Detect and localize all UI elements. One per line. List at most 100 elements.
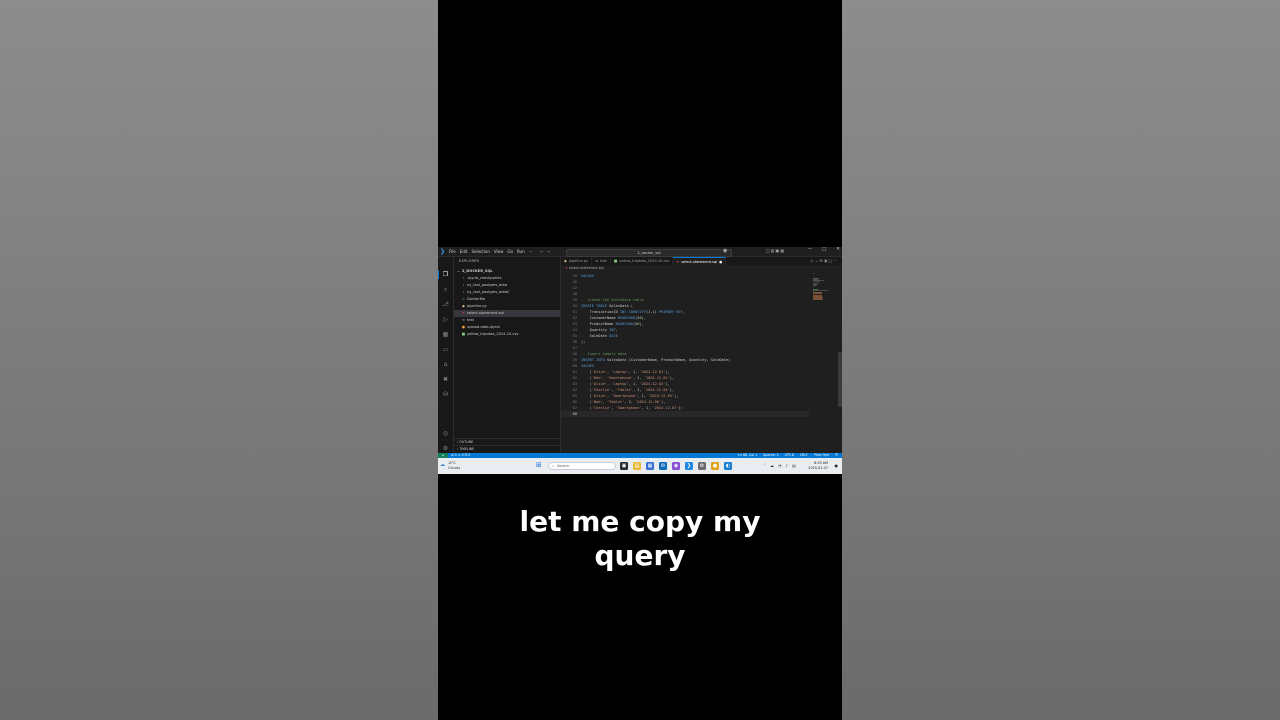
settings-icon[interactable]: ⚙ bbox=[698, 461, 706, 470]
testing-icon[interactable]: ✖ bbox=[442, 376, 449, 383]
explorer-sidebar: EXPLORER ⌄ 2_DOCKER_SQL › .ipynb_checkpoi… bbox=[454, 257, 561, 453]
tray-icon[interactable]: ˄ bbox=[764, 463, 766, 468]
file-tree-item-label: test bbox=[467, 318, 474, 322]
code-text: SaleDate DATE bbox=[581, 334, 618, 338]
breadcrumb-file[interactable]: select-statement.sql bbox=[569, 266, 604, 270]
menu-item[interactable]: Run bbox=[517, 249, 525, 254]
vscode-logo-icon: ❯ bbox=[439, 248, 446, 255]
menu-item[interactable]: View bbox=[494, 249, 504, 254]
source-control-icon[interactable]: ⎇ bbox=[442, 301, 449, 308]
search-icon: ⌕ bbox=[552, 463, 555, 468]
desktop-screenshot: ❯ File Edit Selection View Go Run ··· ←→ 2_doc… bbox=[438, 247, 842, 474]
caption-line-1: let me copy my bbox=[519, 505, 761, 538]
search-icon[interactable]: ⌕ bbox=[442, 286, 449, 293]
file-tree-item[interactable]: ≡ test bbox=[454, 317, 560, 324]
file-tree-item-label: ny_taxi_postgres_dataC bbox=[467, 290, 510, 294]
docker-icon[interactable]: ⌂ bbox=[442, 361, 449, 368]
workspace-root[interactable]: ⌄ 2_DOCKER_SQL bbox=[454, 268, 560, 275]
menu-item[interactable]: ··· bbox=[529, 249, 533, 254]
file-tree-item-label: upload-data.ipynb bbox=[467, 325, 500, 329]
editor-tabs: ◆ pipeline.py ≡ test ■ yellow_tripdata_2024-1… bbox=[561, 257, 842, 265]
copilot-icon[interactable]: ◉ bbox=[723, 248, 727, 254]
csv-file-icon: ■ bbox=[613, 259, 618, 263]
menu-item[interactable]: Edit bbox=[460, 249, 468, 254]
file-tree-item[interactable]: › .ipynb_checkpoints bbox=[454, 275, 560, 282]
edge-icon[interactable]: ◐ bbox=[724, 461, 732, 470]
explorer-header: EXPLORER bbox=[459, 259, 480, 263]
tray-icon[interactable]: ♪ bbox=[786, 463, 789, 468]
editor-tab[interactable]: ◆ pipeline.py bbox=[561, 257, 593, 265]
taskbar-clock[interactable]: 8:33 AM 2025-01-07 bbox=[808, 461, 828, 470]
docker-icon: ⌂ bbox=[462, 297, 465, 301]
file-tree-item[interactable]: › ny_taxi_postgres_data bbox=[454, 282, 560, 289]
file-tree-item[interactable]: ◆ pipeline.py bbox=[454, 303, 560, 310]
vscode-icon[interactable]: ❯ bbox=[685, 461, 693, 470]
menu-bar: File Edit Selection View Go Run ··· bbox=[449, 249, 532, 254]
file-tree-item[interactable]: ✕ select-statement.sql bbox=[454, 310, 560, 317]
extensions-icon[interactable]: ▦ bbox=[442, 331, 449, 338]
remote-explorer-icon[interactable]: ▭ bbox=[442, 346, 449, 353]
file-tree: ⌄ 2_DOCKER_SQL › .ipynb_checkpoints › ny_ta… bbox=[454, 268, 560, 338]
database-icon[interactable]: ⛁ bbox=[442, 391, 449, 398]
minimap-line bbox=[813, 299, 824, 301]
outline-section[interactable]: › OUTLINE bbox=[454, 438, 560, 445]
minimap-line bbox=[813, 289, 829, 291]
chevron-down-icon: ⌄ bbox=[456, 269, 460, 273]
editor-tab[interactable]: ■ yellow_tripdata_2024-10.csv bbox=[611, 257, 674, 265]
vertical-scrollbar[interactable] bbox=[838, 352, 842, 407]
editor-tab[interactable]: ✕ select-statement.sql ● bbox=[673, 257, 727, 265]
workspace-root-label: 2_DOCKER_SQL bbox=[462, 269, 493, 273]
file-tree-item[interactable]: › ny_taxi_postgres_dataC bbox=[454, 289, 560, 296]
store-icon[interactable]: ▦ bbox=[646, 461, 654, 470]
minimap[interactable] bbox=[811, 273, 831, 303]
nav-arrows-icon[interactable]: ←→ bbox=[540, 249, 553, 254]
notification-bell-icon[interactable]: ● bbox=[835, 463, 839, 468]
timeline-section[interactable]: › TIMELINE bbox=[454, 445, 560, 452]
file-tree-item[interactable]: ● upload-data.ipynb bbox=[454, 324, 560, 331]
caption-line-2: query bbox=[594, 539, 686, 572]
file-icon: ≡ bbox=[461, 318, 465, 322]
taskbar-apps: ▣ ▤ ▦ ✉ ◉ ❯ ⚙ ● ◐ bbox=[620, 461, 732, 470]
maximize-button[interactable]: □ bbox=[822, 247, 826, 252]
code-editor[interactable]: 45 VALUES 46 47 48 49 -- Create the SalesData … bbox=[561, 273, 809, 453]
editor-actions-icon[interactable]: ▷⌄⟲◑□⋯ bbox=[811, 257, 838, 265]
layout-controls-icon[interactable]: □▥▣▦ bbox=[766, 248, 785, 253]
tray-icon[interactable]: ☁ bbox=[770, 463, 774, 468]
editor-tab-label: pipeline.py bbox=[568, 259, 589, 263]
csv-file-icon: ■ bbox=[461, 332, 466, 336]
tray-icon[interactable]: ▤ bbox=[792, 463, 796, 468]
menu-item[interactable]: Go bbox=[507, 249, 513, 254]
code-text: ('Charlie', 'Smartphone', 1, '2024-12-07… bbox=[581, 406, 683, 410]
editor-tab[interactable]: ≡ test bbox=[592, 257, 611, 265]
command-center-search[interactable]: 2_docker_sql bbox=[566, 248, 732, 257]
gear-icon[interactable]: ⚙ bbox=[442, 445, 449, 452]
file-tree-item-label: yellow_tripdata_2024-10.csv bbox=[467, 332, 519, 336]
chevron-right-icon: › bbox=[462, 276, 465, 280]
file-tree-item-label: ny_taxi_postgres_data bbox=[467, 283, 508, 287]
account-icon[interactable]: ◎ bbox=[442, 430, 449, 437]
run-debug-icon[interactable]: ▷ bbox=[442, 316, 449, 323]
file-explorer-icon[interactable]: ▤ bbox=[633, 461, 641, 470]
explorer-icon[interactable]: ❐ bbox=[442, 271, 449, 278]
code-text: VALUES bbox=[581, 274, 594, 278]
close-button[interactable]: ✕ bbox=[836, 247, 840, 252]
terminal-icon[interactable]: ▣ bbox=[620, 461, 628, 470]
tray-icon[interactable]: ◔ bbox=[778, 463, 782, 468]
python-icon: ◆ bbox=[462, 304, 465, 308]
windows-start-icon[interactable]: ⊞ bbox=[536, 462, 543, 469]
chevron-right-icon: › bbox=[462, 290, 465, 294]
file-tree-item[interactable]: ■ yellow_tripdata_2024-10.csv bbox=[454, 331, 560, 338]
minimize-button[interactable]: — bbox=[807, 247, 812, 252]
code-text: ); bbox=[581, 340, 586, 344]
chrome-icon[interactable]: ● bbox=[711, 461, 719, 470]
weather-widget[interactable]: -8°C Cloudy bbox=[448, 461, 460, 470]
clock-date: 2025-01-07 bbox=[808, 465, 828, 470]
menu-item[interactable]: Selection bbox=[471, 249, 489, 254]
taskbar-search[interactable]: ⌕ Search bbox=[548, 461, 616, 470]
menu-item[interactable]: File bbox=[449, 249, 456, 254]
copilot-icon[interactable]: ◉ bbox=[672, 461, 680, 470]
windows-taskbar: ☁ -8°C Cloudy ⊞ ⌕ Search ▣ ▤ ▦ ✉ ◉ ❯ ⚙ ● ◐ ˄ ☁ ◔ ♪ ▤… bbox=[438, 458, 842, 474]
file-tree-item[interactable]: ⌂ Dockerfile bbox=[454, 296, 560, 303]
outlook-icon[interactable]: ✉ bbox=[659, 461, 667, 470]
code-line: 68 bbox=[561, 411, 809, 417]
